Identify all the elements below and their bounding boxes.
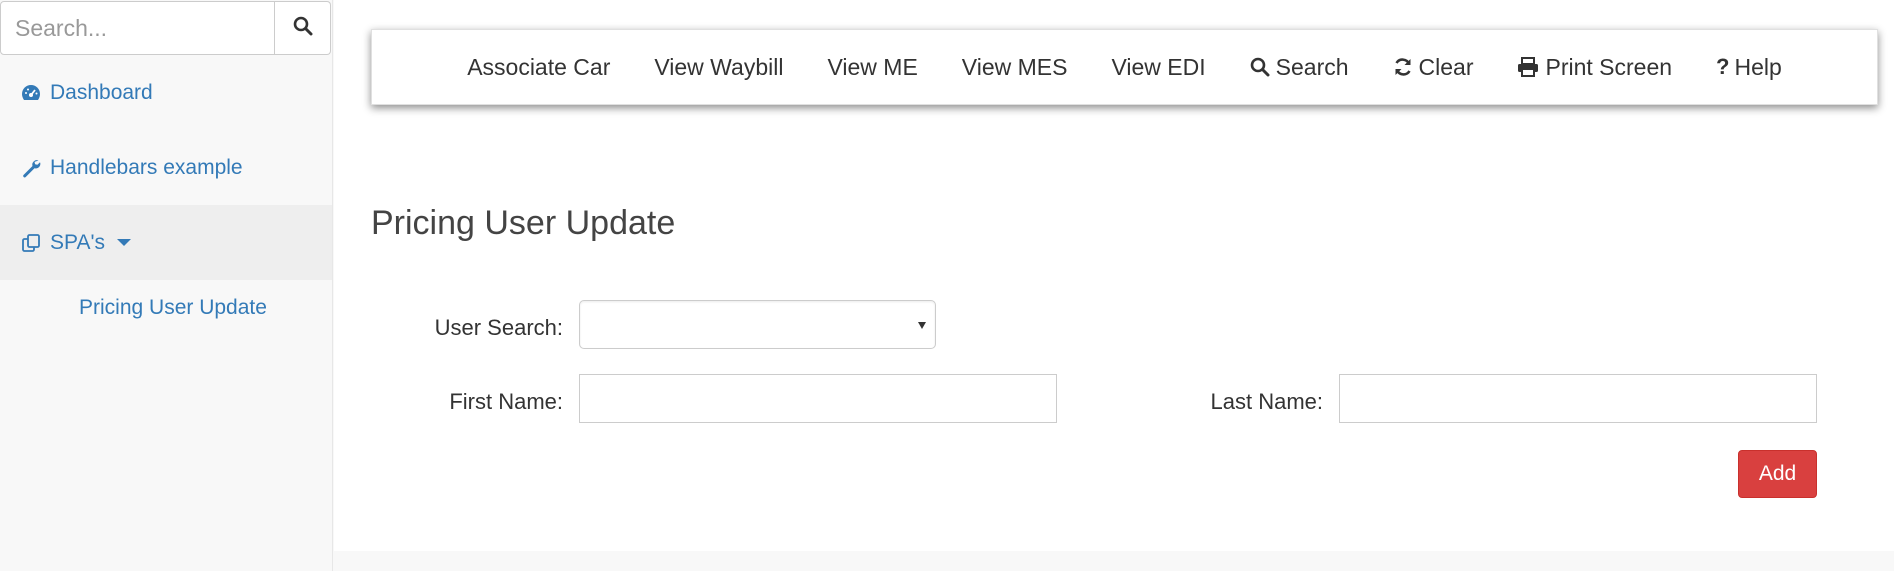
sidebar-item-dashboard[interactable]: Dashboard [0, 55, 332, 130]
user-search-select[interactable] [579, 300, 936, 349]
sidebar-item-handlebars[interactable]: Handlebars example [0, 130, 332, 205]
view-me-button[interactable]: View ME [805, 54, 939, 81]
footer-strip [334, 551, 1894, 571]
refresh-icon [1393, 57, 1413, 77]
toolbar-item-label: View Waybill [654, 53, 784, 80]
first-name-label: First Name: [449, 389, 563, 414]
page-title: Pricing User Update [371, 204, 676, 242]
dashboard-icon [20, 82, 42, 104]
print-screen-button[interactable]: Print Screen [1495, 54, 1694, 81]
add-button[interactable]: Add [1738, 450, 1817, 498]
last-name-label: Last Name: [1210, 389, 1324, 414]
toolbar-item-label: Print Screen [1545, 53, 1673, 80]
sidebar: Dashboard Handlebars example SPA's Prici… [0, 0, 333, 571]
toolbar-item-label: Associate Car [467, 53, 611, 80]
view-waybill-button[interactable]: View Waybill [632, 54, 805, 81]
search-icon [1250, 57, 1270, 77]
search-input[interactable] [0, 1, 275, 55]
user-search-label: User Search: [434, 315, 563, 340]
print-icon [1517, 57, 1539, 77]
toolbar-item-label: View EDI [1111, 53, 1206, 80]
sidebar-search [0, 1, 331, 55]
toolbar-item-label: View MES [961, 53, 1068, 80]
sidebar-item-label: Dashboard [50, 80, 153, 104]
help-button[interactable]: ? Help [1694, 54, 1804, 81]
first-name-field[interactable] [579, 374, 1057, 423]
wrench-icon [20, 157, 42, 179]
toolbar-item-label: Search [1275, 53, 1349, 80]
caret-down-icon [116, 239, 131, 246]
sidebar-item-spas[interactable]: SPA's [0, 205, 332, 280]
search-button[interactable] [275, 1, 331, 55]
search-button[interactable]: Search [1228, 54, 1371, 81]
clone-icon [20, 232, 42, 254]
clear-button[interactable]: Clear [1371, 54, 1496, 81]
sidebar-item-label: SPA's [50, 230, 105, 254]
main-content: Associate Car View Waybill View ME View … [334, 0, 1894, 551]
toolbar-item-label: Help [1734, 53, 1782, 80]
toolbar: Associate Car View Waybill View ME View … [371, 29, 1878, 105]
sidebar-subitem-pricing-user-update[interactable]: Pricing User Update [79, 296, 267, 320]
search-icon [293, 16, 313, 41]
associate-car-button[interactable]: Associate Car [445, 54, 632, 81]
toolbar-item-label: Clear [1418, 53, 1474, 80]
view-mes-button[interactable]: View MES [940, 54, 1090, 81]
toolbar-item-label: View ME [827, 53, 918, 80]
dropdown-arrow-icon [918, 322, 926, 329]
question-icon: ? [1716, 54, 1730, 79]
sidebar-item-label: Handlebars example [50, 155, 243, 179]
last-name-field[interactable] [1339, 374, 1817, 423]
view-edi-button[interactable]: View EDI [1089, 54, 1227, 81]
